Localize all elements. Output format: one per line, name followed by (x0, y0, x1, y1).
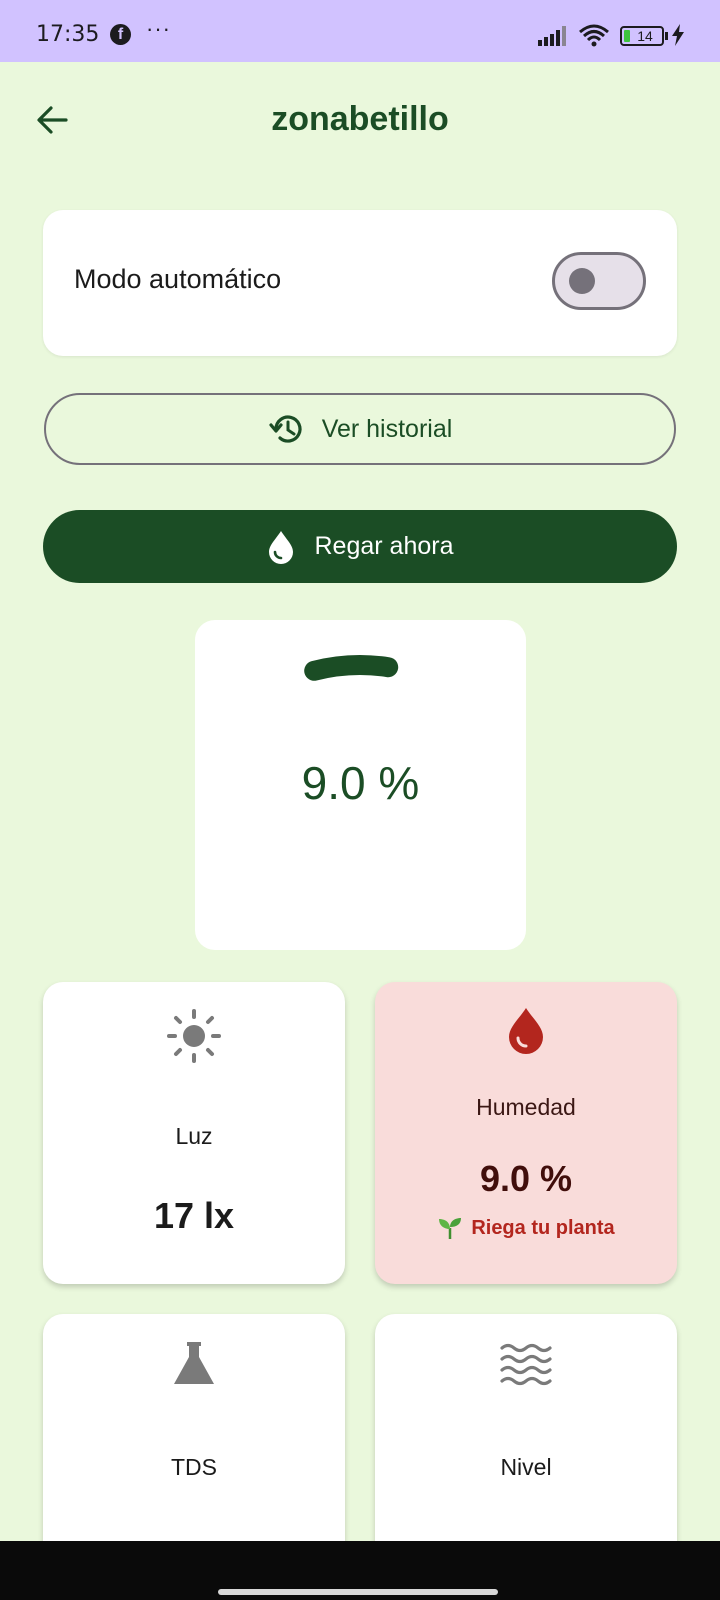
sensor-card-humedad: Humedad 9.0 % Riega tu planta (375, 982, 677, 1284)
page-title: zonabetillo (271, 100, 449, 138)
gauge-arc (304, 655, 399, 681)
charging-icon (672, 24, 684, 46)
status-bar: 17:35 f ··· 14 (0, 0, 720, 62)
home-gesture-handle[interactable] (218, 1589, 498, 1595)
wifi-icon (579, 24, 609, 47)
signal-icon (538, 26, 566, 46)
more-icon: ··· (146, 16, 171, 41)
toggle-thumb (569, 268, 595, 294)
battery-tip (665, 32, 668, 40)
battery-icon: 14 (620, 26, 664, 46)
battery-level: 14 (637, 28, 653, 44)
auto-mode-card: Modo automático (43, 210, 677, 356)
sensor-value: 17 lx (153, 1195, 235, 1236)
facebook-icon: f (110, 24, 131, 45)
seedling-icon (439, 1218, 462, 1239)
status-time: 17:35 (36, 22, 100, 47)
water-drop-icon (375, 1006, 677, 1056)
waves-icon (375, 1342, 677, 1388)
sun-icon (43, 1008, 345, 1064)
sensor-title: TDS (171, 1454, 217, 1480)
water-now-label: Regar ahora (314, 532, 454, 560)
history-button[interactable]: Ver historial (44, 393, 676, 465)
water-hint-label: Riega tu planta (471, 1216, 615, 1239)
flask-icon (43, 1340, 345, 1388)
history-icon (269, 415, 302, 443)
gauge-value: 9.0 % (301, 757, 420, 809)
moisture-gauge-card: 9.0 % (195, 620, 526, 950)
auto-mode-toggle[interactable] (552, 252, 646, 310)
water-hint: Riega tu planta (375, 1216, 677, 1240)
water-drop-icon (268, 530, 293, 564)
sensor-title: Luz (175, 1123, 213, 1149)
sensor-card-luz: Luz 17 lx (43, 982, 345, 1284)
sensor-title: Humedad (476, 1094, 576, 1120)
sensor-title: Nivel (500, 1454, 552, 1480)
water-now-button[interactable]: Regar ahora (43, 510, 677, 583)
sensor-value: 9.0 % (479, 1158, 573, 1199)
history-label: Ver historial (321, 414, 453, 443)
auto-mode-label: Modo automático (74, 264, 282, 294)
